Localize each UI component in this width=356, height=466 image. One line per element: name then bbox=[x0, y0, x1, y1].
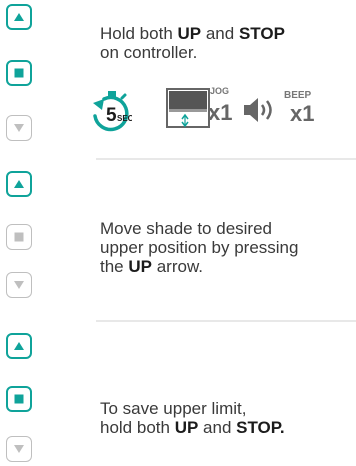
stop-square-icon bbox=[14, 394, 24, 404]
step1-line2: on controller. bbox=[100, 43, 285, 62]
timer-number: 5 bbox=[106, 105, 117, 126]
text-span: on controller. bbox=[100, 43, 198, 62]
step3-line2: hold both UP and STOP. bbox=[100, 418, 285, 437]
down-arrow-icon bbox=[14, 124, 24, 132]
bold-up: UP bbox=[177, 24, 202, 43]
bold-stop: STOP. bbox=[236, 418, 285, 437]
stop-square-icon bbox=[14, 232, 24, 242]
text-span: To save upper limit, bbox=[100, 399, 247, 418]
step3-stop-button[interactable] bbox=[6, 386, 32, 412]
jog-count: x1 bbox=[208, 100, 233, 125]
divider-1 bbox=[96, 158, 356, 160]
feedback-icons-row: 5 SECS JOG x1 BEEP x1 bbox=[86, 86, 356, 132]
down-arrow-icon bbox=[14, 281, 24, 289]
step3-down-button[interactable] bbox=[6, 436, 32, 462]
step1-line1: Hold both UP and STOP bbox=[100, 24, 285, 43]
timer-unit: SECS bbox=[117, 114, 132, 123]
beep-count: x1 bbox=[290, 101, 315, 126]
step1-instruction: Hold both UP and STOP on controller. bbox=[100, 24, 285, 62]
step3-instruction: To save upper limit, hold both UP and ST… bbox=[100, 399, 285, 437]
text-span: Move shade to desired bbox=[100, 219, 272, 238]
step1-down-button[interactable] bbox=[6, 115, 32, 141]
text-span: and bbox=[201, 24, 239, 43]
step2-stop-button[interactable] bbox=[6, 224, 32, 250]
stop-square-icon bbox=[14, 68, 24, 78]
step2-instruction: Move shade to desired upper position by … bbox=[100, 219, 298, 276]
step2-down-button[interactable] bbox=[6, 272, 32, 298]
step2-up-button[interactable] bbox=[6, 171, 32, 197]
step2-line1: Move shade to desired bbox=[100, 219, 298, 238]
speaker-icon bbox=[244, 98, 272, 122]
stopwatch-icon: 5 SECS bbox=[93, 91, 132, 132]
bold-up: UP bbox=[174, 418, 199, 437]
step1-stop-button[interactable] bbox=[6, 60, 32, 86]
text-span: the bbox=[100, 257, 129, 276]
up-arrow-icon bbox=[14, 13, 24, 21]
step2-line3: the UP arrow. bbox=[100, 257, 298, 276]
shade-jog-icon bbox=[166, 88, 210, 128]
down-arrow-icon bbox=[14, 445, 24, 453]
text-span: arrow. bbox=[151, 257, 204, 276]
step3-line1: To save upper limit, bbox=[100, 399, 285, 418]
beep-label: BEEP bbox=[284, 90, 312, 101]
text-span: hold both bbox=[100, 418, 175, 437]
step3-up-button[interactable] bbox=[6, 333, 32, 359]
bold-stop: STOP bbox=[238, 24, 285, 43]
up-arrow-icon bbox=[14, 180, 24, 188]
step2-line2: upper position by pressing bbox=[100, 238, 298, 257]
text-span: upper position by pressing bbox=[100, 238, 299, 257]
text-span: Hold both bbox=[100, 24, 178, 43]
bold-up: UP bbox=[128, 257, 152, 276]
up-arrow-icon bbox=[14, 342, 24, 350]
step1-up-button[interactable] bbox=[6, 4, 32, 30]
divider-2 bbox=[96, 320, 356, 322]
jog-label: JOG bbox=[210, 86, 230, 96]
text-span: and bbox=[198, 418, 237, 437]
